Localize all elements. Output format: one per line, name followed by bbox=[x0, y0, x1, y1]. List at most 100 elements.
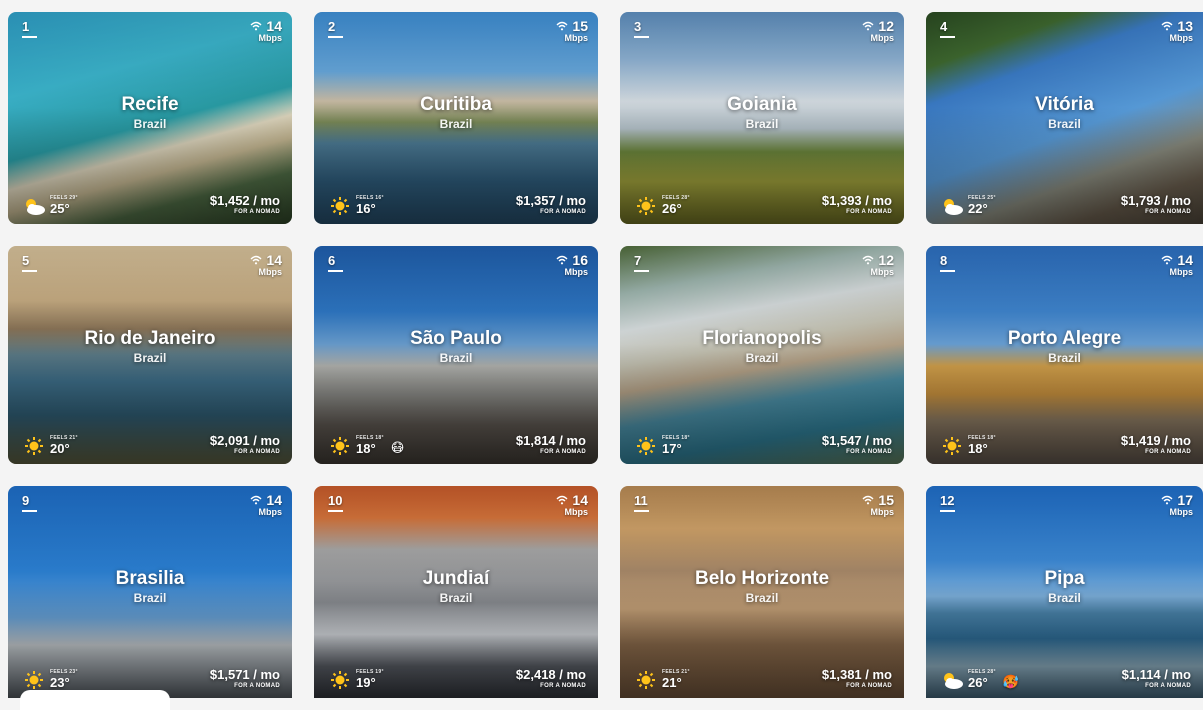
wifi-speed-unit: Mbps bbox=[564, 33, 589, 43]
weather: FEELS 21° 21° bbox=[634, 669, 690, 690]
sun-icon bbox=[331, 671, 349, 689]
city-name: Recife bbox=[121, 94, 179, 115]
city-card-goiania[interactable]: 3 12 Mbps Goiania Brazil FEELS 28° 26° $1,… bbox=[620, 12, 904, 224]
temperature: 18° bbox=[968, 441, 988, 456]
price-caption: FOR A NOMAD bbox=[540, 449, 586, 455]
wifi-icon bbox=[556, 255, 568, 265]
country-name: Brazil bbox=[133, 351, 167, 365]
city-card-jundiai[interactable]: 10 14 Mbps Jundiaí Brazil FEELS 19° 19° $2… bbox=[314, 486, 598, 698]
rank-number: 2 bbox=[328, 19, 343, 38]
country-name: Brazil bbox=[133, 117, 167, 131]
city-name: Porto Alegre bbox=[1007, 328, 1122, 349]
sun-icon bbox=[637, 197, 655, 215]
sun-icon bbox=[25, 437, 43, 455]
wifi-speed-value: 13 bbox=[1177, 18, 1193, 34]
cost-of-living: $1,114 / mo FOR A NOMAD bbox=[1122, 667, 1191, 689]
price-caption: FOR A NOMAD bbox=[846, 683, 892, 689]
city-card-curitiba[interactable]: 2 15 Mbps Curitiba Brazil FEELS 16° 16° $1… bbox=[314, 12, 598, 224]
cost-of-living: $1,571 / mo FOR A NOMAD bbox=[210, 667, 280, 689]
wifi-speed: 13 Mbps bbox=[1161, 18, 1193, 43]
feels-like: FEELS 21° bbox=[50, 435, 78, 441]
price-amount: $1,393 / mo bbox=[821, 193, 892, 208]
price-amount: $1,814 / mo bbox=[515, 433, 586, 448]
feels-like: FEELS 16° bbox=[356, 195, 384, 201]
city-grid: 1 14 Mbps Recife Brazil FEELS 29° 25° $1,4… bbox=[0, 0, 1203, 710]
sun-icon bbox=[331, 437, 349, 455]
rank-number: 5 bbox=[22, 253, 37, 272]
rank-number: 4 bbox=[940, 19, 955, 38]
rank-number: 1 bbox=[22, 19, 37, 38]
partly-cloudy-icon bbox=[944, 199, 963, 215]
temperature: 18° bbox=[356, 441, 376, 456]
cost-of-living: $1,814 / mo FOR A NOMAD bbox=[516, 433, 586, 455]
price-caption: FOR A NOMAD bbox=[540, 683, 586, 689]
price-amount: $1,381 / mo bbox=[821, 667, 892, 682]
country-name: Brazil bbox=[745, 351, 779, 365]
price-caption: FOR A NOMAD bbox=[234, 209, 280, 215]
temperature: 17° bbox=[662, 441, 682, 456]
wifi-speed-value: 17 bbox=[1177, 492, 1193, 508]
rank-number: 11 bbox=[634, 493, 649, 512]
city-name: São Paulo bbox=[410, 328, 502, 349]
cost-of-living: $1,793 / mo FOR A NOMAD bbox=[1121, 193, 1191, 215]
feels-like: FEELS 18° bbox=[356, 435, 384, 441]
price-caption: FOR A NOMAD bbox=[1145, 449, 1191, 455]
weather: FEELS 16° 16° bbox=[328, 195, 384, 216]
price-caption: FOR A NOMAD bbox=[540, 209, 586, 215]
wifi-icon bbox=[250, 255, 262, 265]
sun-icon bbox=[943, 437, 961, 455]
wifi-speed-unit: Mbps bbox=[564, 507, 589, 517]
city-name: Brasilia bbox=[115, 568, 185, 589]
cost-of-living: $1,393 / mo FOR A NOMAD bbox=[822, 193, 892, 215]
city-card-florianopolis[interactable]: 7 12 Mbps Florianopolis Brazil FEELS 18° 1… bbox=[620, 246, 904, 464]
city-card-rio-de-janeiro[interactable]: 5 14 Mbps Rio de Janeiro Brazil FEELS 21°… bbox=[8, 246, 292, 464]
temperature: 19° bbox=[356, 675, 376, 690]
popup-edge bbox=[20, 690, 170, 710]
sun-icon bbox=[637, 437, 655, 455]
cost-of-living: $2,418 / mo FOR A NOMAD bbox=[516, 667, 586, 689]
city-name: Belo Horizonte bbox=[694, 568, 830, 589]
rank-number: 9 bbox=[22, 493, 37, 512]
city-card-pipa[interactable]: 12 17 Mbps Pipa Brazil FEELS 28° 26° 🥵 $1,… bbox=[926, 486, 1203, 698]
country-name: Brazil bbox=[439, 117, 473, 131]
rank-number: 3 bbox=[634, 19, 649, 38]
city-name: Vitória bbox=[1035, 94, 1094, 115]
wifi-icon bbox=[556, 21, 568, 31]
wifi-speed-value: 15 bbox=[878, 492, 894, 508]
wifi-speed-unit: Mbps bbox=[1169, 267, 1194, 277]
city-card-belo-horizonte[interactable]: 11 15 Mbps Belo Horizonte Brazil FEELS 21… bbox=[620, 486, 904, 698]
heat-emoji: 🥵 bbox=[1002, 674, 1019, 689]
price-caption: FOR A NOMAD bbox=[1145, 683, 1191, 689]
cost-of-living: $1,419 / mo FOR A NOMAD bbox=[1121, 433, 1191, 455]
city-card-porto-alegre[interactable]: 8 14 Mbps Porto Alegre Brazil FEELS 18° 18… bbox=[926, 246, 1203, 464]
price-amount: $1,571 / mo bbox=[209, 667, 280, 682]
price-amount: $1,547 / mo bbox=[821, 433, 892, 448]
country-name: Brazil bbox=[1048, 351, 1081, 365]
country-name: Brazil bbox=[439, 351, 473, 365]
city-card-vitoria[interactable]: 4 13 Mbps Vitória Brazil FEELS 25° 22° $1,… bbox=[926, 12, 1203, 224]
wifi-speed: 14 Mbps bbox=[250, 252, 282, 277]
wifi-icon bbox=[250, 495, 262, 505]
city-card-sao-paulo[interactable]: 6 16 Mbps São Paulo Brazil FEELS 18° 18° 😷… bbox=[314, 246, 598, 464]
weather: FEELS 28° 26° bbox=[634, 195, 690, 216]
temperature: 22° bbox=[968, 201, 988, 216]
wifi-icon bbox=[1161, 255, 1173, 265]
weather: FEELS 21° 20° bbox=[22, 435, 78, 456]
wifi-speed: 14 Mbps bbox=[556, 492, 588, 517]
partly-cloudy-icon bbox=[944, 673, 963, 689]
wifi-speed-value: 12 bbox=[878, 252, 894, 268]
wifi-icon bbox=[862, 21, 874, 31]
wifi-icon bbox=[862, 495, 874, 505]
price-caption: FOR A NOMAD bbox=[234, 449, 280, 455]
wifi-speed: 14 Mbps bbox=[250, 18, 282, 43]
city-card-recife[interactable]: 1 14 Mbps Recife Brazil FEELS 29° 25° $1,4… bbox=[8, 12, 292, 224]
feels-like: FEELS 28° bbox=[968, 669, 996, 675]
wifi-speed-value: 14 bbox=[266, 252, 282, 268]
price-caption: FOR A NOMAD bbox=[1145, 209, 1191, 215]
air-quality-emoji: 😷 bbox=[390, 440, 405, 455]
wifi-speed: 14 Mbps bbox=[1161, 252, 1193, 277]
price-amount: $1,419 / mo bbox=[1120, 433, 1191, 448]
price-amount: $1,452 / mo bbox=[209, 193, 280, 208]
wifi-speed-value: 14 bbox=[266, 492, 282, 508]
city-card-brasilia[interactable]: 9 14 Mbps Brasilia Brazil FEELS 23° 23° $1… bbox=[8, 486, 292, 698]
